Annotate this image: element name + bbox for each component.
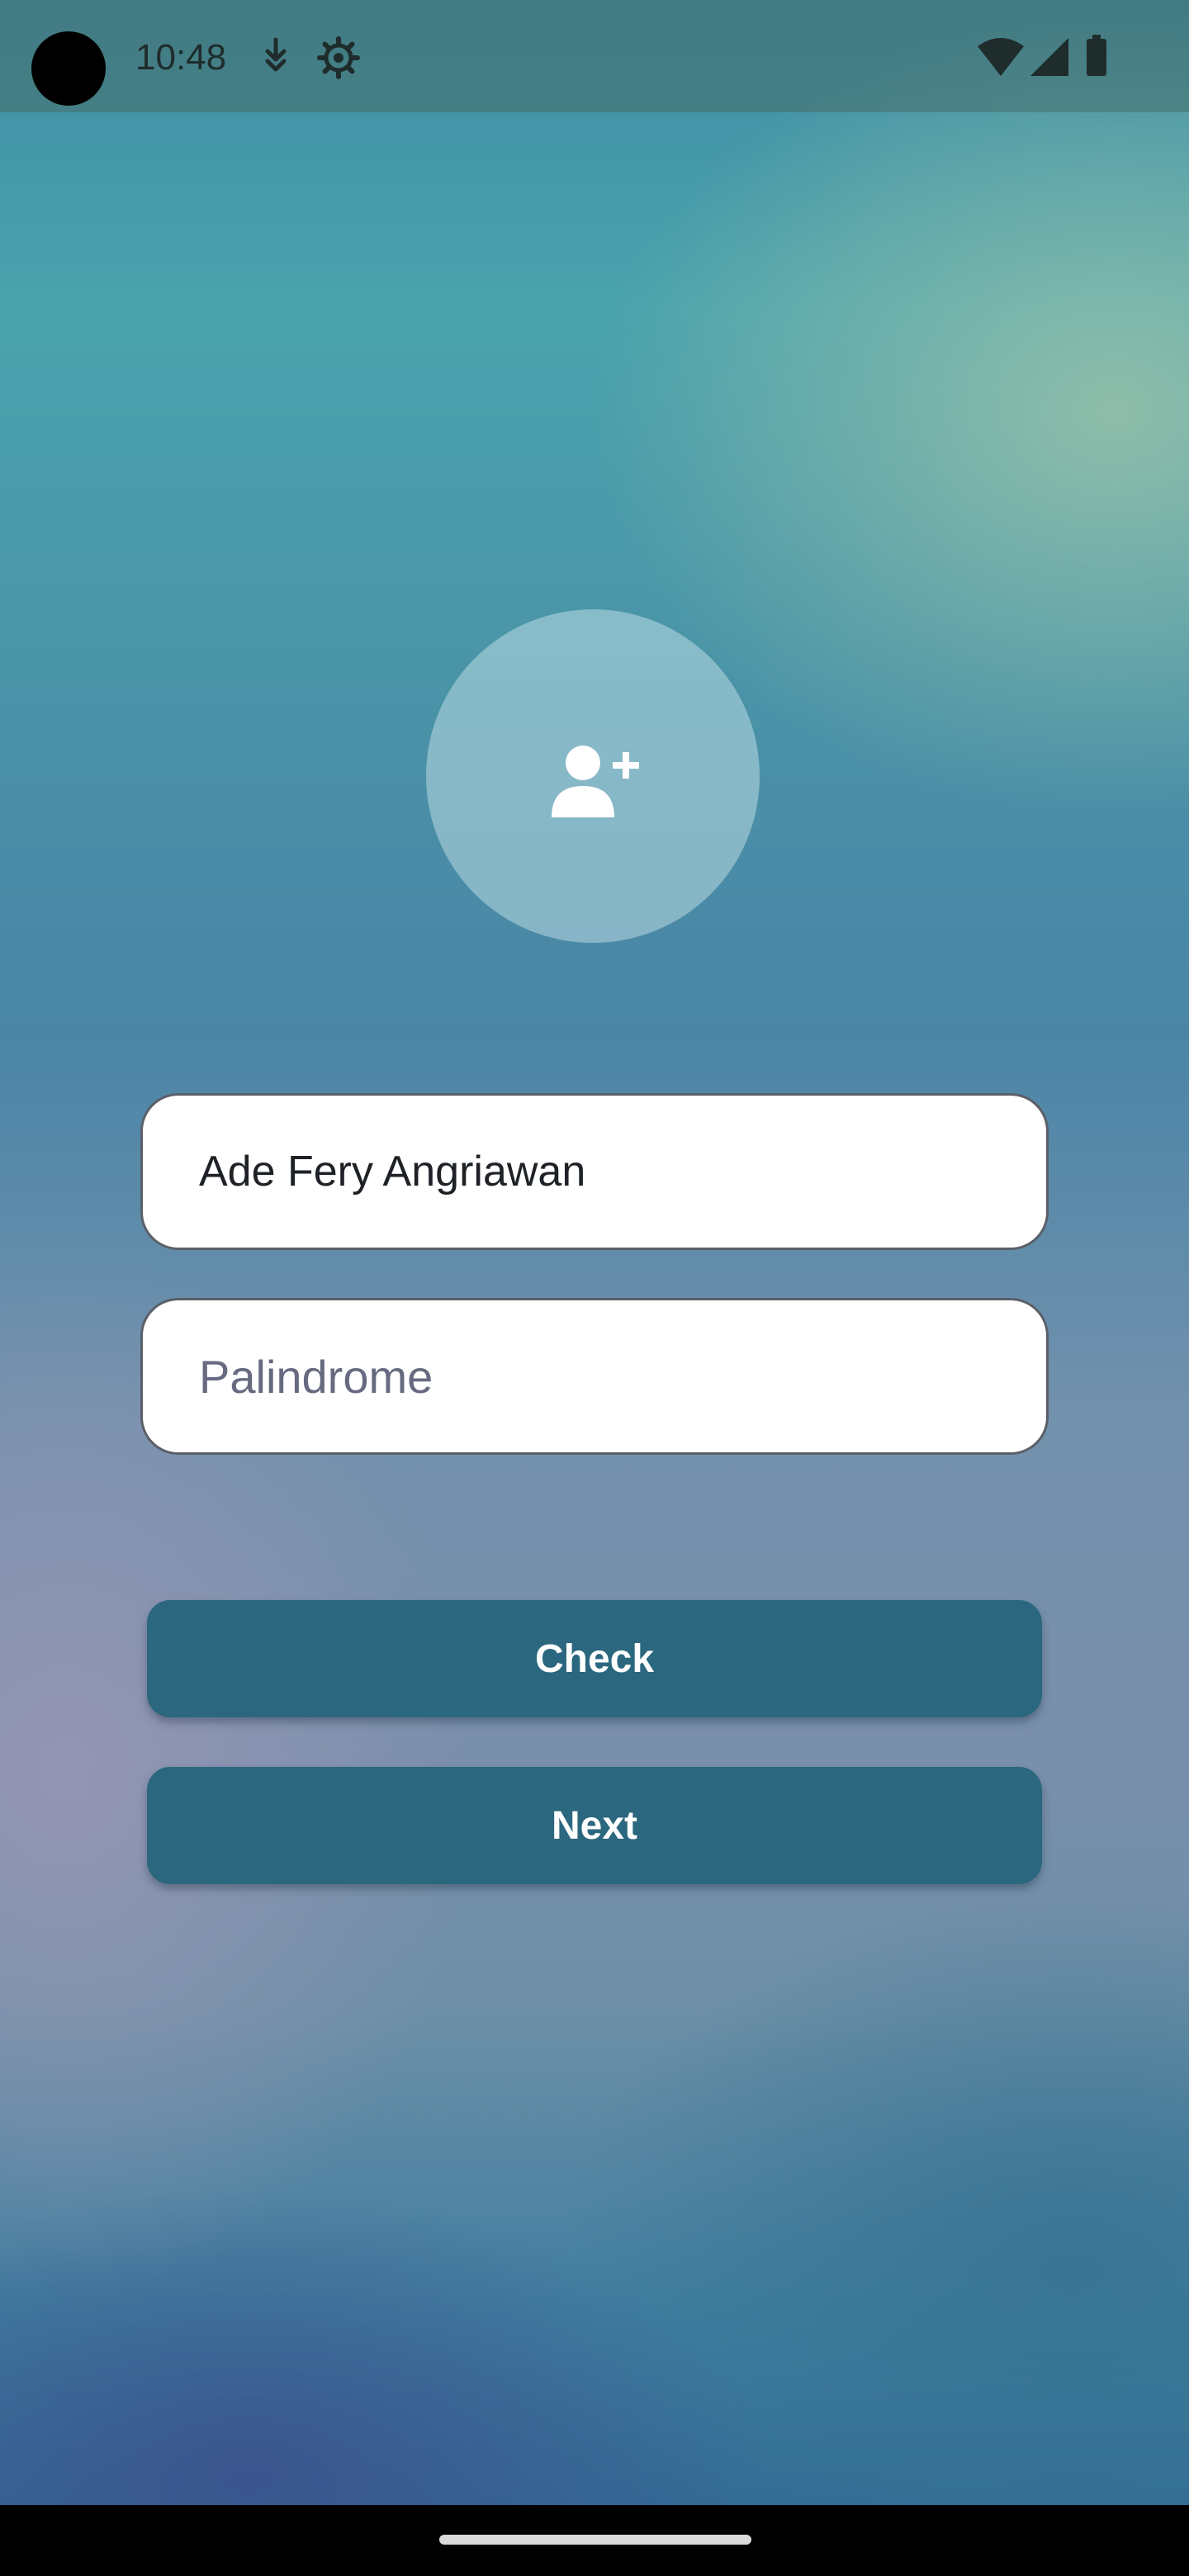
status-time: 10:48 bbox=[135, 37, 227, 78]
next-button[interactable]: Next bbox=[147, 1767, 1042, 1884]
next-button-label: Next bbox=[551, 1803, 638, 1848]
palindrome-field-placeholder: Palindrome bbox=[199, 1350, 433, 1403]
battery-icon bbox=[1087, 35, 1106, 76]
add-user-icon bbox=[552, 746, 639, 817]
home-gesture-handle[interactable] bbox=[439, 2535, 751, 2545]
camera-cutout bbox=[31, 31, 106, 106]
name-field[interactable]: Ade Fery Angriawan bbox=[140, 1093, 1049, 1250]
name-field-value: Ade Fery Angriawan bbox=[199, 1148, 586, 1196]
cellular-signal-icon bbox=[1030, 38, 1068, 76]
settings-gear-icon bbox=[317, 36, 360, 79]
status-bar: 10:48 bbox=[0, 0, 1189, 112]
palindrome-field[interactable]: Palindrome bbox=[140, 1298, 1049, 1455]
download-icon bbox=[265, 37, 287, 72]
check-button[interactable]: Check bbox=[147, 1600, 1042, 1717]
check-button-label: Check bbox=[534, 1636, 655, 1681]
wifi-icon bbox=[978, 38, 1024, 76]
